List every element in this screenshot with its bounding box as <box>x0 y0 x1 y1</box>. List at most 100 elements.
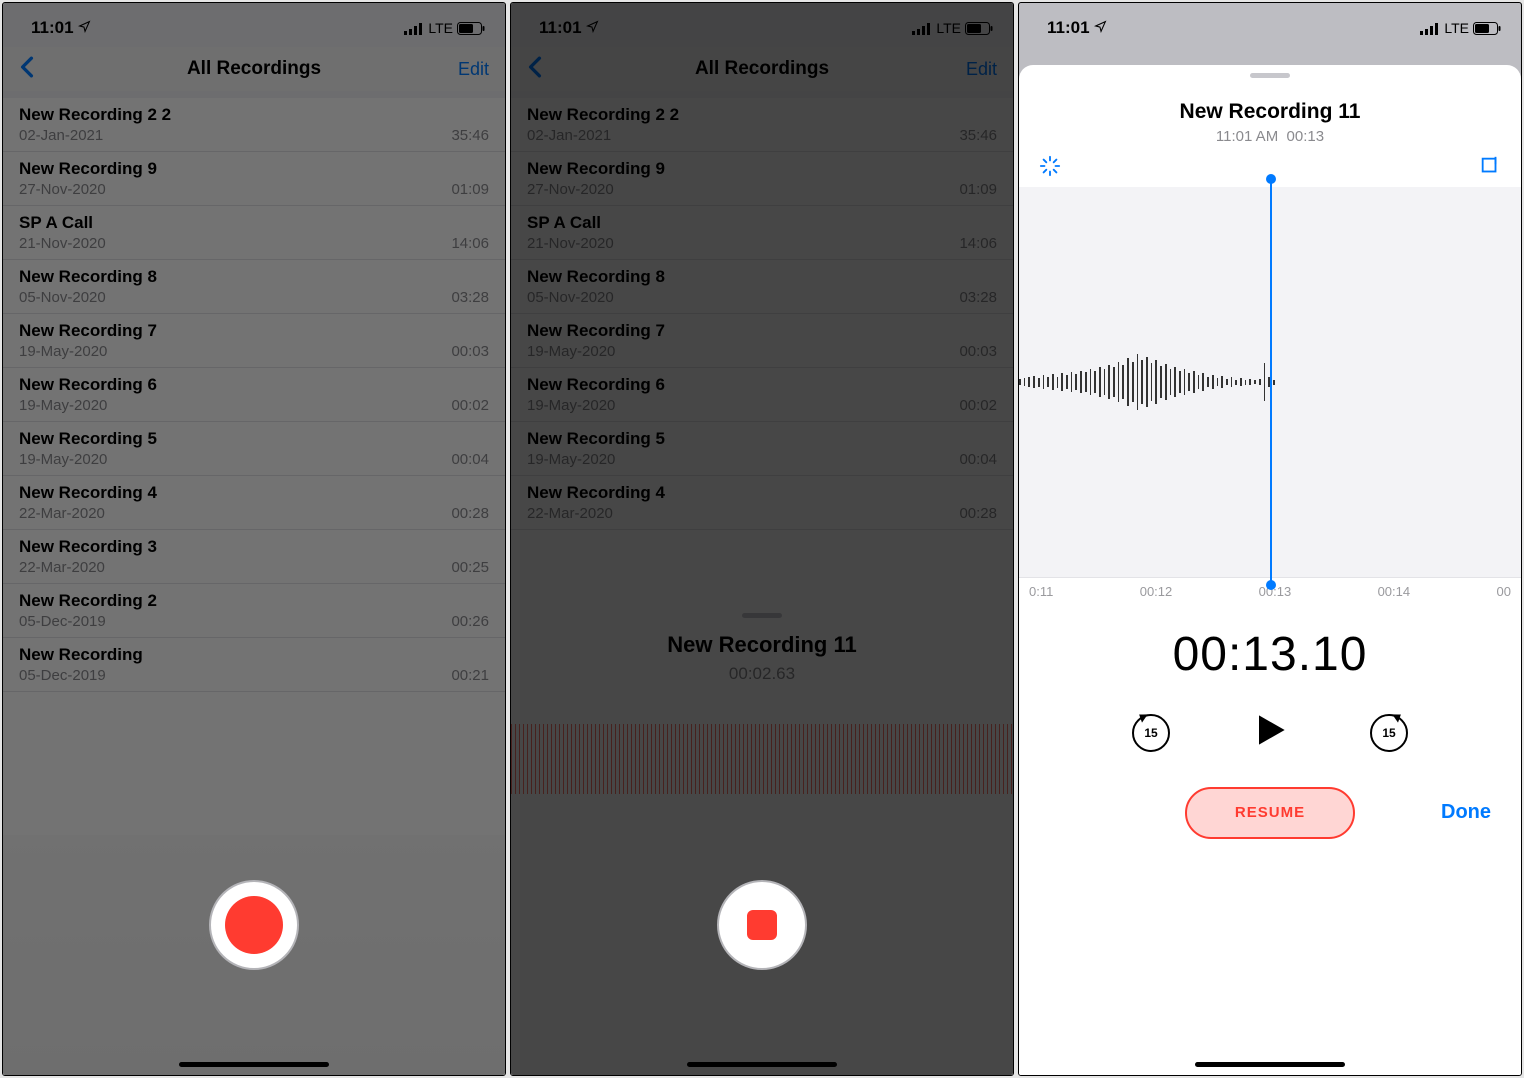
recording-row-date: 22-Mar-2020 <box>527 505 613 522</box>
edit-button[interactable]: Edit <box>966 59 997 80</box>
recording-row[interactable]: New Recording 4 22-Mar-2020 00:28 <box>511 476 1013 530</box>
recording-row[interactable]: New Recording 927-Nov-202001:09 <box>3 152 505 206</box>
recording-row-title: SP A Call <box>527 213 997 233</box>
recording-row-date: 02-Jan-2021 <box>527 127 611 144</box>
network-type: LTE <box>428 20 453 36</box>
waveform-panel[interactable] <box>1019 187 1521 577</box>
recording-row-duration: 00:03 <box>451 343 489 360</box>
recording-row-title: New Recording 4 <box>527 483 997 503</box>
signal-icon <box>404 18 424 38</box>
recording-meta: 11:01 AM 00:13 <box>1019 128 1521 145</box>
recording-row[interactable]: New Recording 205-Dec-201900:26 <box>3 584 505 638</box>
recording-row[interactable]: New Recording05-Dec-201900:21 <box>3 638 505 692</box>
recording-row-duration: 00:21 <box>451 667 489 684</box>
recording-row-duration: 35:46 <box>959 127 997 144</box>
recording-row-duration: 00:28 <box>959 505 997 522</box>
recording-row[interactable]: New Recording 619-May-202000:02 <box>511 368 1013 422</box>
record-button[interactable] <box>209 880 299 970</box>
time-scale-tick: 00 <box>1496 584 1510 599</box>
battery-icon <box>1473 18 1501 38</box>
recording-row[interactable]: New Recording 719-May-202000:03 <box>511 314 1013 368</box>
sheet-grabber[interactable] <box>1250 73 1290 78</box>
recording-row-date: 21-Nov-2020 <box>527 235 614 252</box>
stop-button[interactable] <box>717 880 807 970</box>
recording-row-duration: 01:09 <box>959 181 997 198</box>
recording-row[interactable]: SP A Call 21-Nov-2020 14:06 <box>3 206 505 260</box>
recording-row-title: New Recording 3 <box>19 537 489 557</box>
nav-bar: All Recordings Edit <box>3 47 505 91</box>
recording-detail-sheet: New Recording 11 11:01 AM 00:13 0:11 00:1… <box>1019 65 1521 1075</box>
screen-3-playback: 11:01 LTE New Recording 11 11:01 AM 00:1… <box>1018 2 1522 1076</box>
recording-row[interactable]: New Recording 2 2 02-Jan-2021 35:46 <box>511 98 1013 152</box>
current-time: 00:13.10 <box>1019 627 1521 682</box>
recording-row-duration: 14:06 <box>451 235 489 252</box>
recording-row-title: New Recording 8 <box>527 267 997 287</box>
skip-fwd-label: 15 <box>1382 726 1395 740</box>
location-icon <box>1094 20 1107 36</box>
recording-row-date: 19-May-2020 <box>527 397 615 414</box>
recording-row[interactable]: New Recording 322-Mar-202000:25 <box>3 530 505 584</box>
location-icon <box>586 20 599 36</box>
recording-row-duration: 03:28 <box>959 289 997 306</box>
screen-2-recording-active: 11:01 LTE All Recordings Edit New Record… <box>510 2 1014 1076</box>
recording-row[interactable]: New Recording 422-Mar-202000:28 <box>3 476 505 530</box>
back-chevron-icon[interactable] <box>19 53 35 85</box>
battery-icon <box>965 18 993 38</box>
recording-row-duration: 00:28 <box>451 505 489 522</box>
edit-button[interactable]: Edit <box>458 59 489 80</box>
time-scale-tick: 0:11 <box>1029 584 1053 599</box>
playhead[interactable] <box>1270 179 1272 585</box>
recording-row-title: New Recording 2 2 <box>527 105 997 125</box>
home-indicator[interactable] <box>1195 1062 1345 1067</box>
recording-row-title: New Recording 4 <box>19 483 489 503</box>
recording-time: 11:01 AM <box>1216 128 1278 145</box>
recording-row-duration: 14:06 <box>959 235 997 252</box>
status-time: 11:01 <box>539 18 582 38</box>
recording-row[interactable]: New Recording 927-Nov-202001:09 <box>511 152 1013 206</box>
nav-bar: All Recordings Edit <box>511 47 1013 91</box>
recording-row-duration: 00:02 <box>451 397 489 414</box>
play-button[interactable] <box>1248 708 1292 757</box>
recording-row[interactable]: New Recording 2 202-Jan-202135:46 <box>3 98 505 152</box>
home-indicator[interactable] <box>687 1062 837 1067</box>
recording-row-duration: 35:46 <box>451 127 489 144</box>
recording-row[interactable]: New Recording 519-May-202000:04 <box>3 422 505 476</box>
recording-row[interactable]: SP A Call 21-Nov-2020 14:06 <box>511 206 1013 260</box>
home-indicator[interactable] <box>179 1062 329 1067</box>
recording-sheet[interactable]: New Recording 11 00:02.63 <box>511 605 1013 1075</box>
recording-title: New Recording 11 <box>511 632 1013 658</box>
recording-row-duration: 00:04 <box>451 451 489 468</box>
recording-row-date: 19-May-2020 <box>19 343 107 360</box>
status-bar: 11:01 LTE <box>3 3 505 47</box>
trim-icon[interactable] <box>1479 155 1501 183</box>
recording-row-date: 02-Jan-2021 <box>19 127 103 144</box>
recording-row-title: New Recording 9 <box>527 159 997 179</box>
recording-row[interactable]: New Recording 519-May-202000:04 <box>511 422 1013 476</box>
recording-row-date: 19-May-2020 <box>19 397 107 414</box>
recording-row-date: 05-Dec-2019 <box>19 613 106 630</box>
back-chevron-icon[interactable] <box>527 53 543 85</box>
sheet-grabber[interactable] <box>742 613 782 618</box>
enhance-icon[interactable] <box>1039 155 1061 183</box>
skip-forward-15-button[interactable]: 15 <box>1370 714 1408 752</box>
recording-row-duration: 00:25 <box>451 559 489 576</box>
page-title: All Recordings <box>511 58 1013 80</box>
recording-row-date: 05-Dec-2019 <box>19 667 106 684</box>
status-bar: 11:01 LTE <box>1019 3 1521 47</box>
skip-back-15-button[interactable]: 15 <box>1132 714 1170 752</box>
recording-row-date: 05-Nov-2020 <box>19 289 106 306</box>
done-button[interactable]: Done <box>1441 801 1491 824</box>
recording-row[interactable]: New Recording 719-May-202000:03 <box>3 314 505 368</box>
time-scale-tick: 00:14 <box>1378 584 1411 599</box>
recording-row[interactable]: New Recording 805-Nov-202003:28 <box>3 260 505 314</box>
recording-row-title: SP A Call <box>19 213 489 233</box>
recording-row-date: 19-May-2020 <box>19 451 107 468</box>
recording-title[interactable]: New Recording 11 <box>1019 100 1521 124</box>
resume-button[interactable]: RESUME <box>1185 787 1355 839</box>
recording-row-title: New Recording 5 <box>527 429 997 449</box>
recording-row[interactable]: New Recording 805-Nov-202003:28 <box>511 260 1013 314</box>
recording-row-title: New Recording 9 <box>19 159 489 179</box>
recording-row[interactable]: New Recording 619-May-202000:02 <box>3 368 505 422</box>
recording-row-date: 19-May-2020 <box>527 343 615 360</box>
recording-row-date: 21-Nov-2020 <box>19 235 106 252</box>
